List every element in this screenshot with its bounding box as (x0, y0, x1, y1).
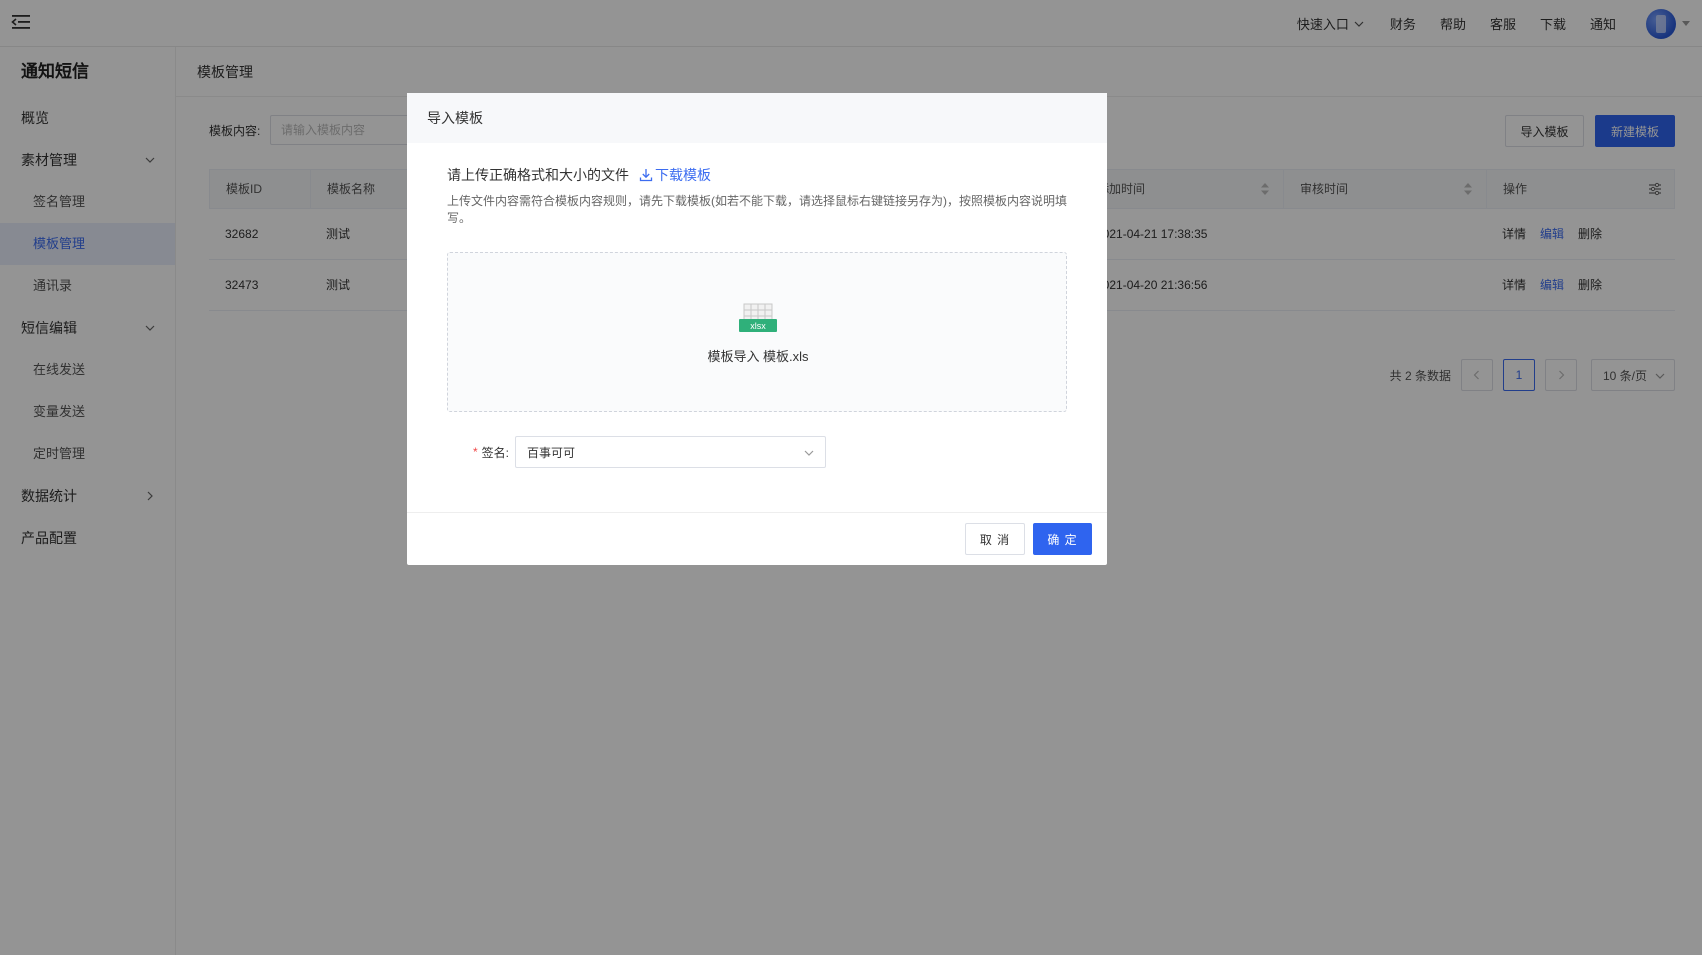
dialog-title: 导入模板 (407, 93, 1107, 143)
cancel-button[interactable]: 取 消 (965, 523, 1025, 555)
import-template-dialog: 导入模板 请上传正确格式和大小的文件 下载模板 上传文件内容需符合模板内容规则，… (407, 93, 1107, 565)
dialog-footer: 取 消 确 定 (407, 512, 1107, 565)
upload-instruction: 请上传正确格式和大小的文件 下载模板 (447, 165, 711, 185)
signature-label: 签名: (481, 445, 510, 460)
download-template-label: 下载模板 (655, 167, 711, 183)
excel-file-icon: xlsx (739, 303, 777, 332)
download-icon (639, 169, 653, 182)
signature-field-row: * 签名: 百事可可 (473, 436, 827, 468)
confirm-button[interactable]: 确 定 (1033, 523, 1092, 555)
upload-title-text: 请上传正确格式和大小的文件 (447, 167, 629, 183)
download-template-link[interactable]: 下载模板 (639, 165, 711, 185)
upload-description: 上传文件内容需符合模板内容规则，请先下载模板(如若不能下载，请选择鼠标右键链接另… (447, 194, 1067, 225)
uploaded-file-name: 模板导入 模板.xls (707, 349, 809, 364)
chevron-down-icon (804, 450, 814, 456)
file-type-badge: xlsx (750, 321, 766, 331)
file-upload-dropzone[interactable]: xlsx 模板导入 模板.xls (447, 252, 1067, 412)
required-mark: * (473, 445, 478, 459)
signature-value: 百事可可 (527, 445, 576, 460)
signature-select[interactable]: 百事可可 (515, 436, 827, 468)
